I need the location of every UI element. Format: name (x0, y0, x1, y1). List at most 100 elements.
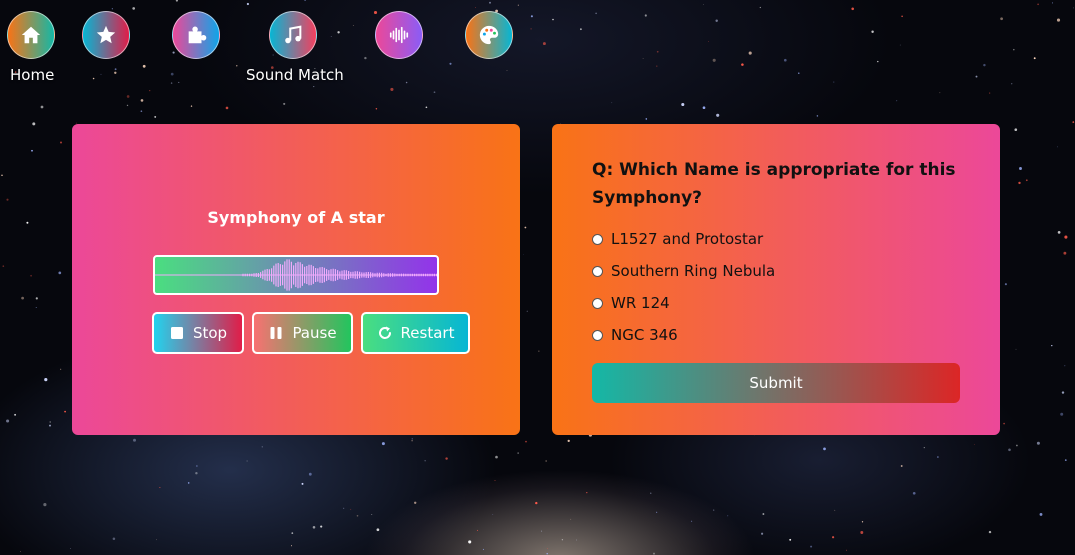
radio-button[interactable] (592, 233, 603, 245)
star-dot (320, 525, 323, 528)
quiz-option[interactable]: NGC 346 (592, 325, 678, 345)
submit-label: Submit (749, 374, 803, 392)
star-dot (132, 7, 136, 10)
star-dot (1015, 348, 1017, 350)
star-dot (526, 310, 528, 312)
star-dot (823, 447, 826, 451)
star-dot (371, 514, 373, 515)
stop-label: Stop (192, 324, 228, 342)
star-dot (1064, 459, 1067, 461)
radio-button[interactable] (592, 329, 603, 341)
star-dot (1000, 17, 1003, 21)
star-dot (1057, 146, 1058, 148)
star-dot (871, 30, 874, 34)
star-dot (1011, 83, 1013, 85)
star-dot (445, 457, 448, 460)
star-dot (343, 507, 345, 509)
star-dot (1, 174, 3, 177)
star-dot (154, 115, 157, 118)
star-dot (713, 509, 715, 511)
star-dot (246, 2, 250, 6)
star-dot (58, 271, 62, 275)
star-dot (545, 460, 547, 462)
star-dot (414, 501, 417, 504)
star-dot (126, 104, 129, 107)
star-dot (140, 110, 143, 113)
star-dot (712, 58, 716, 62)
audio-waveform[interactable] (153, 255, 439, 295)
nav-puzzle-button[interactable] (172, 11, 220, 59)
star-dot (236, 65, 238, 67)
star-dot (1060, 412, 1064, 416)
star-dot (611, 102, 613, 104)
star-dot (681, 102, 685, 107)
star-dot (92, 77, 95, 80)
star-dot (356, 515, 359, 517)
star-dot (715, 19, 718, 23)
star-dot (60, 368, 62, 370)
star-dot (111, 8, 113, 10)
star-dot (851, 7, 854, 11)
quiz-option[interactable]: L1527 and Protostar (592, 229, 763, 249)
star-dot (1008, 448, 1011, 452)
star-dot (832, 536, 835, 539)
radio-button[interactable] (592, 265, 603, 277)
star-dot (172, 51, 175, 54)
star-dot (517, 4, 519, 6)
nav-home-button[interactable] (7, 11, 55, 59)
star-dot (923, 447, 925, 449)
stop-button[interactable]: Stop (152, 312, 244, 354)
star-dot (1037, 3, 1039, 6)
star-dot (178, 81, 180, 83)
quiz-option[interactable]: WR 124 (592, 293, 670, 313)
star-dot (703, 3, 704, 5)
star-dot (1013, 48, 1015, 51)
star-dot (1051, 2, 1053, 4)
star-dot (364, 56, 367, 60)
star-dot (112, 537, 116, 540)
star-dot (525, 440, 527, 443)
star-dot (26, 221, 29, 224)
star-dot (912, 491, 916, 495)
star-dot (290, 545, 293, 547)
star-dot (530, 15, 533, 18)
star-dot (246, 460, 248, 462)
star-dot (376, 528, 380, 532)
restart-button[interactable]: Restart (361, 312, 470, 354)
star-dot (973, 444, 975, 445)
star-dot (475, 7, 476, 9)
star-dot (1033, 57, 1036, 60)
nav-waveform-button[interactable] (375, 11, 423, 59)
star-dot (32, 122, 36, 126)
star-dot (312, 526, 316, 529)
star-dot (492, 514, 494, 515)
palette-icon (479, 25, 499, 45)
nav-sound-match-button[interactable] (269, 11, 317, 59)
restart-label: Restart (400, 324, 455, 342)
puzzle-icon (188, 26, 207, 44)
star-dot (650, 492, 652, 494)
star-dot (517, 452, 519, 454)
star-dot (645, 118, 648, 120)
submit-button[interactable]: Submit (592, 363, 960, 403)
star-dot (833, 81, 835, 83)
star-dot (433, 91, 436, 94)
star-dot (1039, 512, 1043, 516)
star-dot (30, 274, 32, 277)
pause-button[interactable]: Pause (252, 312, 353, 354)
nav-palette-button[interactable] (465, 11, 513, 59)
radio-button[interactable] (592, 297, 603, 309)
star-dot (1036, 441, 1040, 445)
star-dot (716, 113, 720, 117)
nav-star-button[interactable] (82, 11, 130, 59)
star-dot (1056, 18, 1061, 22)
star-dot (411, 440, 413, 442)
star-dot (133, 438, 136, 442)
star-dot (798, 72, 800, 74)
star-dot (644, 14, 647, 17)
quiz-option[interactable]: Southern Ring Nebula (592, 261, 775, 281)
home-icon (21, 26, 41, 44)
star-dot (1018, 181, 1021, 185)
star-dot (1064, 365, 1066, 367)
star-dot (43, 503, 47, 507)
